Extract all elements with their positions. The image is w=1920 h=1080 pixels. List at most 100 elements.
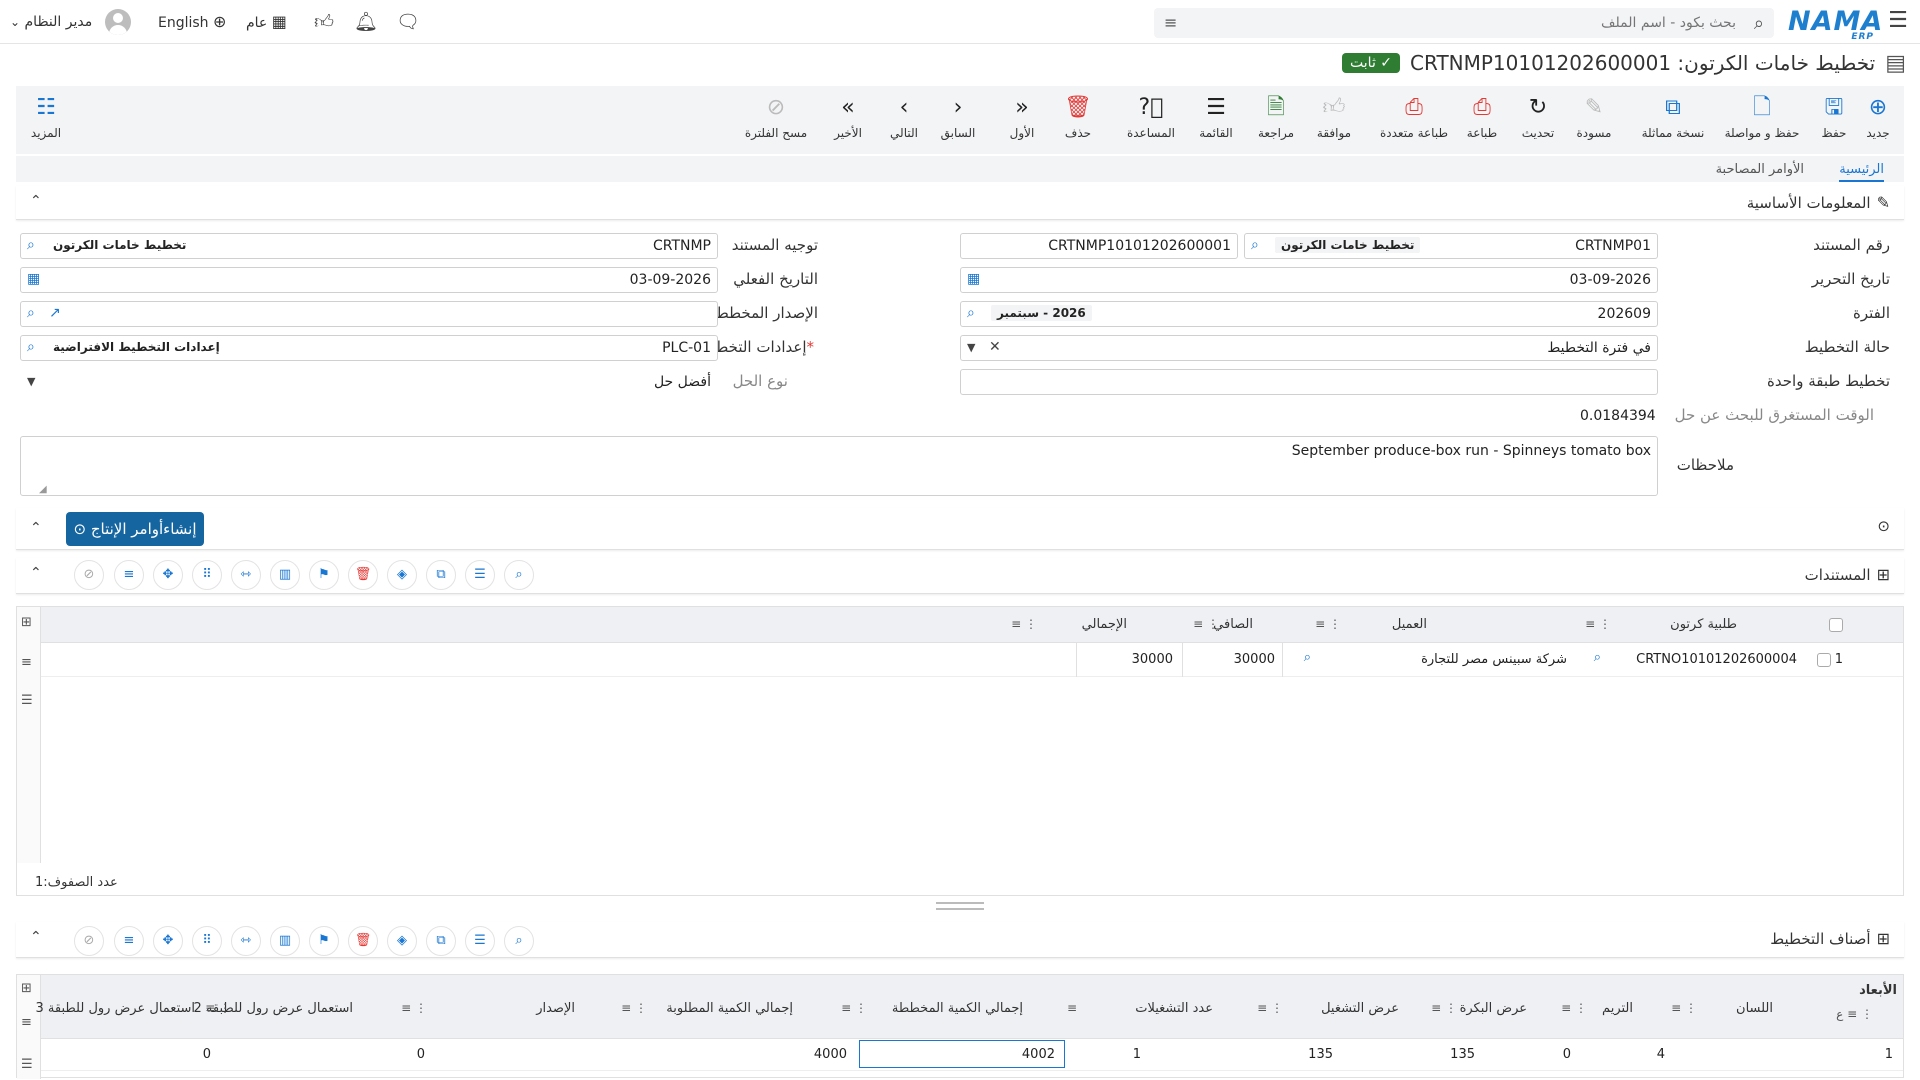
previous-button[interactable]: › السابق bbox=[928, 94, 988, 140]
user-menu[interactable]: ⌄ مدير النظام bbox=[10, 8, 131, 36]
tab-main[interactable]: الرئيسية bbox=[1839, 162, 1884, 182]
trash-icon[interactable]: 🗑 bbox=[348, 926, 378, 956]
search-icon[interactable]: ⌕ bbox=[27, 305, 35, 321]
menu-icon[interactable]: ☰ bbox=[21, 1057, 33, 1072]
help-button[interactable]: ?⃝ المساعدة bbox=[1118, 94, 1184, 140]
next-button[interactable]: ‹ التالي bbox=[874, 94, 934, 140]
planning-status-select[interactable]: في فترة التخطيط ▼ ✕ bbox=[960, 335, 1658, 361]
column-header[interactable]: العميل bbox=[1392, 617, 1427, 632]
column-filter-icon[interactable]: ≡ ⋮ bbox=[1257, 1001, 1283, 1015]
zoom-search-icon[interactable]: ⌕ bbox=[504, 926, 534, 956]
delete-button[interactable]: 🗑 حذف bbox=[1048, 94, 1108, 140]
column-filter-icon[interactable]: ع ≡ ⋮ bbox=[1836, 1007, 1873, 1021]
filter-icon[interactable]: ≡ bbox=[21, 1015, 32, 1030]
copy-icon[interactable]: ⧉ bbox=[426, 926, 456, 956]
basic-info-header[interactable]: ✎المعلومات الأساسية ⌃ bbox=[16, 186, 1904, 220]
filter-icon[interactable]: ≡ bbox=[114, 560, 144, 590]
multi-print-button[interactable]: ⎙ طباعة متعددة bbox=[1372, 94, 1456, 140]
layers-icon[interactable]: ◈ bbox=[387, 926, 417, 956]
filter-icon[interactable]: ≡ bbox=[114, 926, 144, 956]
search-input[interactable] bbox=[1216, 8, 1736, 38]
column-header[interactable]: استعمال عرض رول للطبقة 3 bbox=[36, 1001, 195, 1016]
search-icon[interactable]: ⌕ bbox=[27, 237, 35, 253]
move-icon[interactable]: ✥ bbox=[153, 560, 183, 590]
save-continue-button[interactable]: 🗋 حفظ و مواصلة bbox=[1722, 94, 1802, 140]
column-filter-icon[interactable]: ≡ ⋮ bbox=[1315, 617, 1341, 631]
approve-button[interactable]: 👍︎ موافقة bbox=[1304, 94, 1364, 140]
dots-grid-icon[interactable]: ⠿ bbox=[192, 926, 222, 956]
table-icon[interactable]: ⊞ bbox=[21, 981, 32, 996]
column-header[interactable]: الإصدار bbox=[536, 1001, 575, 1016]
column-header[interactable]: طلبية كرتون bbox=[1670, 617, 1737, 632]
last-button[interactable]: «الأخير bbox=[818, 94, 878, 140]
chat-icon[interactable]: 🗨 bbox=[396, 10, 420, 34]
column-filter-icon[interactable]: ≡ ⋮ bbox=[1431, 1001, 1457, 1015]
review-button[interactable]: 🗎 مراجعة bbox=[1246, 94, 1306, 140]
filter-off-icon[interactable]: ⊘ bbox=[74, 560, 104, 590]
column-filter-icon[interactable]: ≡ ⋮ bbox=[1671, 1001, 1697, 1015]
search-icon[interactable]: ⌕ bbox=[27, 339, 35, 355]
column-header[interactable]: اللسان bbox=[1736, 1001, 1773, 1016]
move-icon[interactable]: ✥ bbox=[153, 926, 183, 956]
print-button[interactable]: ⎙ طباعة bbox=[1452, 94, 1512, 140]
column-header[interactable]: إجمالي الكمية المطلوبة bbox=[666, 1001, 793, 1016]
column-header[interactable]: عرض البكرة bbox=[1460, 1001, 1527, 1016]
run-icon[interactable]: ⚑ bbox=[309, 560, 339, 590]
copy-icon[interactable]: ⧉ bbox=[426, 560, 456, 590]
chevron-up-icon[interactable]: ⌃ bbox=[30, 565, 42, 581]
column-filter-icon[interactable]: ≡ ⋮ bbox=[401, 1001, 427, 1015]
add-row-icon[interactable]: ☰ bbox=[465, 926, 495, 956]
first-button[interactable]: » الأول bbox=[992, 94, 1052, 140]
chevron-up-icon[interactable]: ⌃ bbox=[30, 929, 42, 945]
edit-date-field[interactable]: 03-09-2026 ▦ bbox=[960, 267, 1658, 293]
column-filter-icon[interactable]: ≡ ⋮ bbox=[841, 1001, 867, 1015]
play-circle-icon[interactable]: ⊙ bbox=[1877, 517, 1890, 535]
refresh-button[interactable]: ↻ تحديث bbox=[1508, 94, 1568, 140]
app-logo[interactable]: NAMA ERP bbox=[1788, 6, 1882, 42]
list-button[interactable]: ☰ القائمة bbox=[1186, 94, 1246, 140]
column-header[interactable]: الصافي bbox=[1213, 617, 1253, 632]
chevron-up-icon[interactable]: ⌃ bbox=[30, 193, 42, 209]
menu-icon[interactable]: ☰ bbox=[21, 693, 33, 708]
trash-icon[interactable]: 🗑 bbox=[348, 560, 378, 590]
column-header[interactable]: الإجمالي bbox=[1082, 617, 1127, 632]
period-field[interactable]: 202609 2026 - سبتمبر ⌕ bbox=[960, 301, 1658, 327]
resize-handle-icon[interactable]: ◢ bbox=[39, 484, 47, 495]
chevron-down-icon[interactable]: ▼ bbox=[967, 341, 975, 354]
column-filter-icon[interactable]: ≡ bbox=[1067, 1001, 1077, 1015]
dots-grid-icon[interactable]: ⠿ bbox=[192, 560, 222, 590]
column-filter-icon[interactable]: ≡ ⋮ bbox=[1585, 617, 1611, 631]
chevron-down-icon[interactable]: ▼ bbox=[27, 375, 35, 388]
solution-type-select[interactable]: أفضل حل ▼ bbox=[20, 369, 718, 395]
menu-icon[interactable]: ☰ bbox=[1886, 10, 1910, 34]
doc-direction-field[interactable]: CRTNMP تخطيط خامات الكرتون ⌕ bbox=[20, 233, 718, 259]
calendar-icon[interactable]: ▦ bbox=[967, 271, 980, 287]
select-all-checkbox[interactable] bbox=[1829, 618, 1843, 632]
column-header[interactable]: عدد التشغيلات bbox=[1135, 1001, 1213, 1016]
column-filter-icon[interactable]: ≡ ⋮ bbox=[1011, 617, 1037, 631]
scope-switch[interactable]: عام ▦ bbox=[246, 8, 287, 36]
row-checkbox[interactable] bbox=[1817, 653, 1831, 667]
share-icon[interactable]: ↗ bbox=[49, 305, 61, 321]
columns-icon[interactable]: ▥ bbox=[270, 926, 300, 956]
splitter-handle[interactable] bbox=[936, 902, 984, 910]
filter-off-icon[interactable]: ⊘ bbox=[74, 926, 104, 956]
fit-width-icon[interactable]: ⇿ bbox=[231, 560, 261, 590]
duplicate-button[interactable]: ⧉ نسخة مماثلة bbox=[1638, 94, 1708, 140]
search-icon[interactable]: ⌕ bbox=[967, 305, 975, 321]
table-row[interactable]: 1 4 0 135 135 1 4002 4000 0 0 bbox=[41, 1039, 1903, 1071]
bell-icon[interactable]: 🔔︎ bbox=[354, 10, 378, 34]
add-row-icon[interactable]: ☰ bbox=[465, 560, 495, 590]
column-filter-icon[interactable]: ≡ ⋮ bbox=[205, 1001, 231, 1015]
doc-number-value-field[interactable]: CRTNMP10101202600001 bbox=[960, 233, 1238, 259]
notes-textarea[interactable]: September produce-box run - Spinneys tom… bbox=[20, 436, 1658, 496]
planned-version-field[interactable]: ⌕ ↗ bbox=[20, 301, 718, 327]
column-filter-icon[interactable]: ≡ ⋮ bbox=[1561, 1001, 1587, 1015]
planning-settings-field[interactable]: PLC-01 إعدادات التخطيط الافتراضية ⌕ bbox=[20, 335, 718, 361]
clear-icon[interactable]: ✕ bbox=[989, 339, 1001, 355]
filter-icon[interactable]: ≡ bbox=[1164, 13, 1177, 32]
column-header[interactable]: عرض التشغيل bbox=[1321, 1001, 1399, 1016]
search-icon[interactable]: ⌕ bbox=[1304, 650, 1311, 665]
calendar-icon[interactable]: ▦ bbox=[27, 271, 40, 287]
clear-filter-button[interactable]: ⊘ مسح الفلترة bbox=[740, 94, 812, 140]
